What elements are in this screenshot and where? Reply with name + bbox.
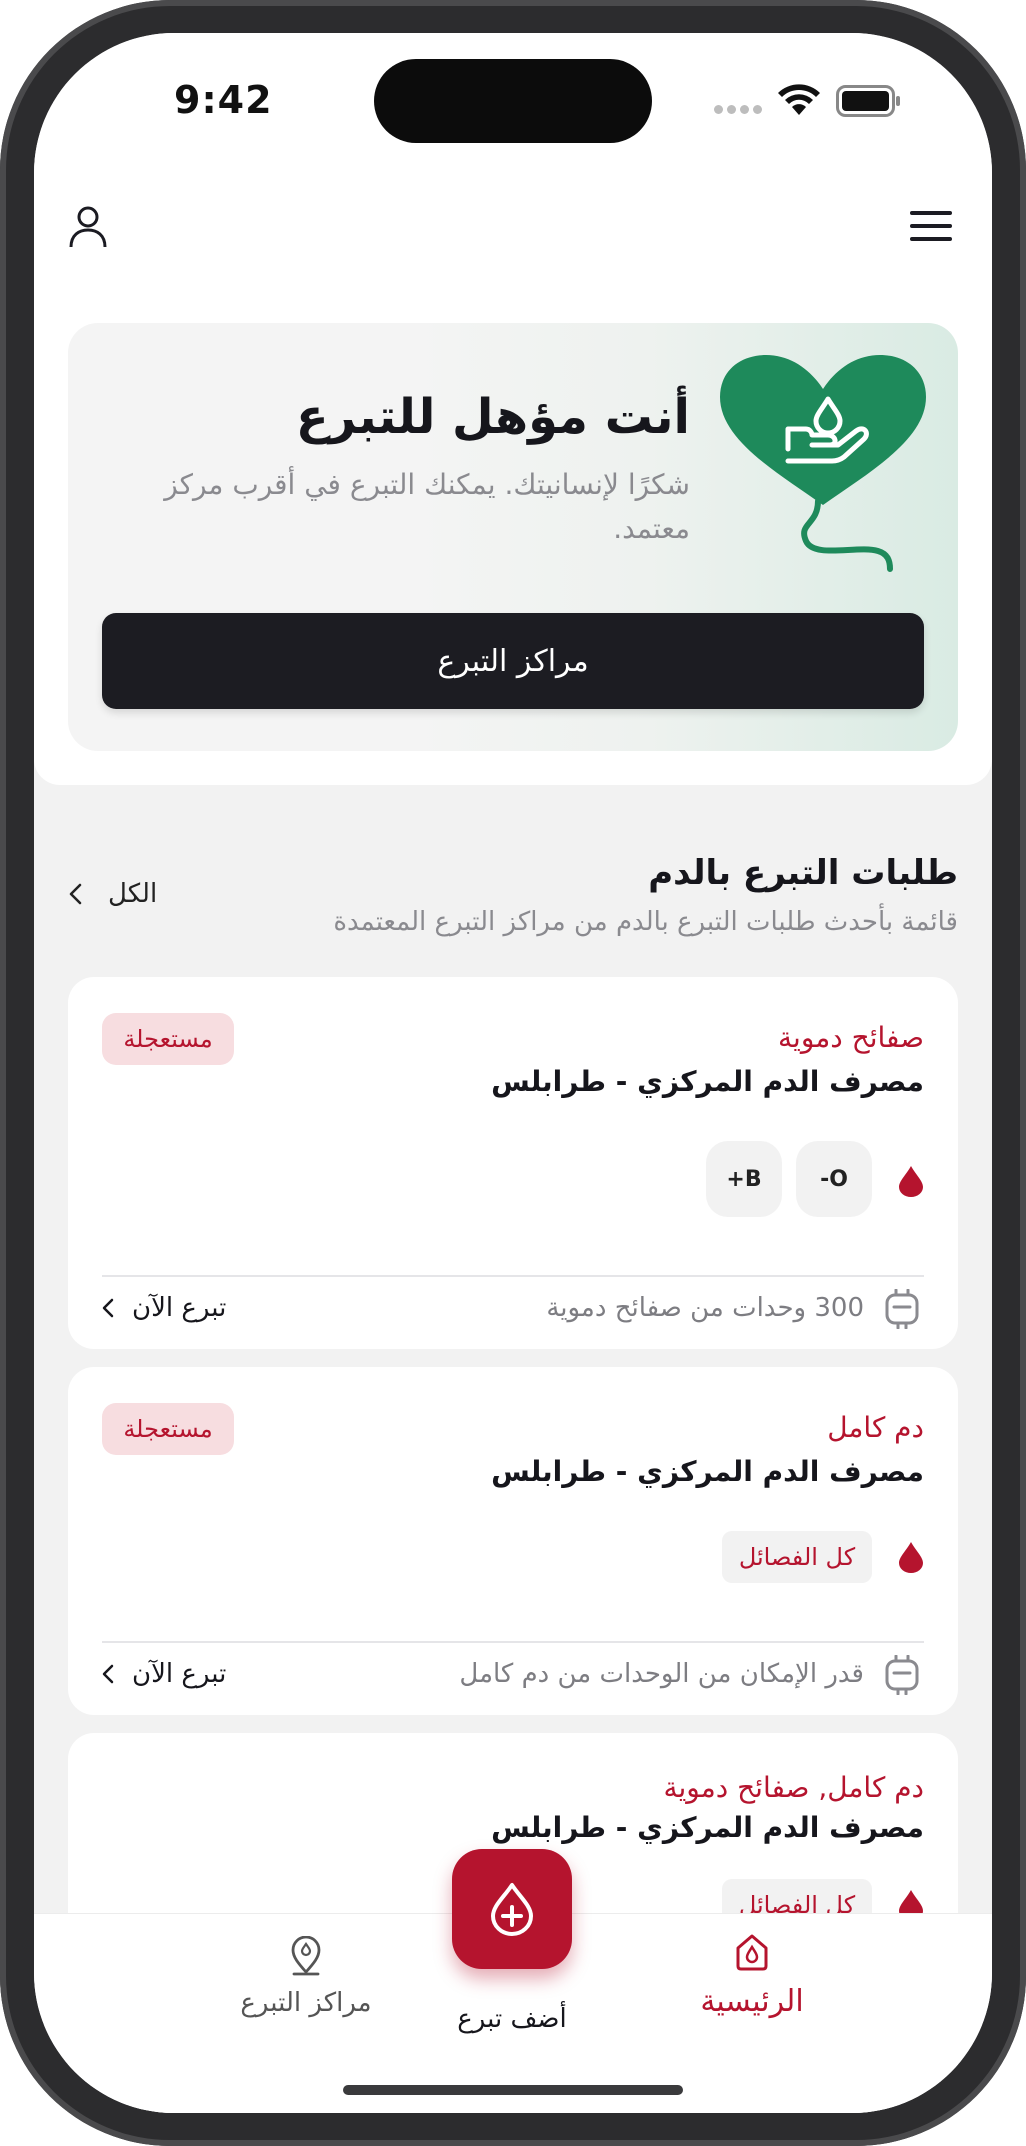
urgent-badge: مستعجلة xyxy=(102,1013,234,1065)
add-donation-button[interactable] xyxy=(452,1849,572,1969)
chevron-left-icon xyxy=(69,883,82,905)
blood-bag-icon xyxy=(885,1655,919,1695)
nav-home[interactable]: الرئيسية xyxy=(652,1932,852,2019)
app-screen: 9:42 أنت مؤهل للتبرع شكرًا لإنسانيتك. يم… xyxy=(34,33,992,2113)
donation-centers-button[interactable]: مراكز التبرع xyxy=(102,613,924,709)
see-all-link[interactable]: الكل xyxy=(68,879,157,909)
eligibility-title: أنت مؤهل للتبرع xyxy=(295,389,690,445)
all-blood-groups-pill: كل الفصائل xyxy=(722,1531,872,1583)
units-needed: قدر الإمكان من الوحدات من دم كامل xyxy=(459,1659,864,1689)
see-all-label: الكل xyxy=(108,879,158,909)
section-title: طلبات التبرع بالدم xyxy=(648,853,958,893)
request-card[interactable]: دم كامل مصرف الدم المركزي - طرابلس مستعج… xyxy=(68,1367,958,1715)
request-type: دم كامل xyxy=(827,1411,924,1444)
home-indicator xyxy=(343,2085,683,2095)
nav-home-label: الرئيسية xyxy=(700,1984,804,2019)
blood-group-pill: -O xyxy=(796,1141,872,1217)
hamburger-menu-icon[interactable] xyxy=(910,209,952,243)
eligibility-subtitle: شكرًا لإنسانيتك. يمكنك التبرع في أقرب مر… xyxy=(164,468,690,545)
blood-bank-name: مصرف الدم المركزي - طرابلس xyxy=(491,1065,924,1098)
nav-centers-label: مراكز التبرع xyxy=(240,1988,372,2018)
units-needed: 300 وحدات من صفائح دموية xyxy=(546,1293,864,1323)
request-type: دم كامل, صفائح دموية xyxy=(663,1771,924,1804)
wifi-icon xyxy=(778,84,820,115)
battery-icon xyxy=(836,85,900,117)
blood-drop-icon xyxy=(899,1166,923,1197)
donate-now-label: تبرع الآن xyxy=(132,1659,227,1689)
location-pin-icon xyxy=(291,1936,321,1976)
section-subtitle: قائمة بأحدث طلبات التبرع بالدم من مراكز … xyxy=(333,907,958,937)
person-icon[interactable] xyxy=(68,205,108,249)
blood-bank-name: مصرف الدم المركزي - طرابلس xyxy=(491,1811,924,1844)
request-card[interactable]: صفائح دموية مصرف الدم المركزي - طرابلس م… xyxy=(68,977,958,1349)
card-divider xyxy=(102,1641,924,1643)
blood-group-pill: +B xyxy=(706,1141,782,1217)
status-time: 9:42 xyxy=(174,78,273,122)
blood-bag-icon xyxy=(885,1289,919,1329)
blood-bank-name: مصرف الدم المركزي - طرابلس xyxy=(491,1455,924,1488)
blood-drop-icon xyxy=(899,1542,923,1573)
nav-add-label: أضف تبرع xyxy=(457,2004,567,2034)
blood-drop-plus-icon xyxy=(491,1883,533,1936)
dynamic-island xyxy=(374,59,652,143)
home-icon xyxy=(736,1934,768,1971)
eligibility-card: أنت مؤهل للتبرع شكرًا لإنسانيتك. يمكنك ا… xyxy=(68,323,958,751)
donate-now-link[interactable]: تبرع الآن xyxy=(102,1293,226,1323)
request-type: صفائح دموية xyxy=(778,1021,924,1054)
urgent-badge: مستعجلة xyxy=(102,1403,234,1455)
card-divider xyxy=(102,1275,924,1277)
nav-donation-centers[interactable]: مراكز التبرع xyxy=(206,1936,406,2018)
cellular-signal-icon xyxy=(714,105,764,115)
donate-now-label: تبرع الآن xyxy=(132,1293,227,1323)
donate-now-link[interactable]: تبرع الآن xyxy=(102,1659,226,1689)
chevron-left-icon xyxy=(102,1664,114,1684)
heart-with-hand-drop-icon xyxy=(720,355,926,572)
top-section: 9:42 أنت مؤهل للتبرع شكرًا لإنسانيتك. يم… xyxy=(34,33,992,785)
chevron-left-icon xyxy=(102,1298,114,1318)
